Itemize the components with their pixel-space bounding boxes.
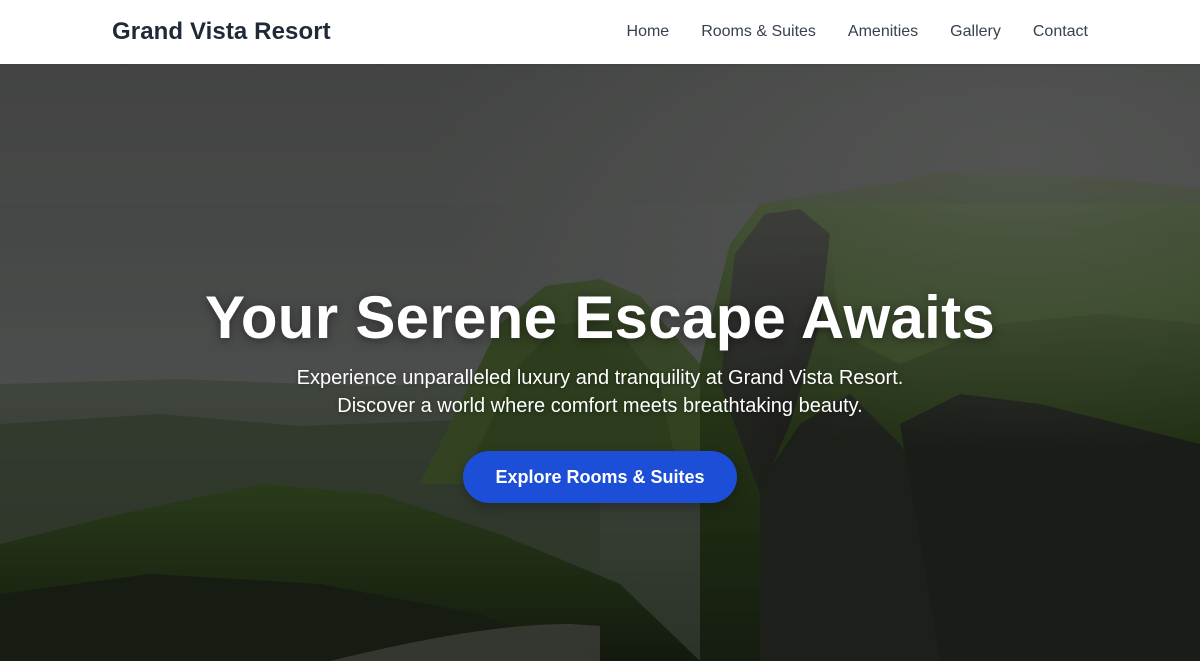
hero-content: Your Serene Escape Awaits Experience unp… bbox=[0, 64, 1200, 661]
brand-logo-text[interactable]: Grand Vista Resort bbox=[112, 18, 331, 46]
hero-subtitle: Experience unparalleled luxury and tranq… bbox=[0, 364, 1200, 420]
nav-link-gallery[interactable]: Gallery bbox=[950, 23, 1001, 40]
nav-link-home[interactable]: Home bbox=[627, 23, 670, 40]
site-header: Grand Vista Resort Home Rooms & Suites A… bbox=[0, 0, 1200, 64]
hero-subtitle-line-2: Discover a world where comfort meets bre… bbox=[337, 395, 863, 417]
nav-link-rooms-suites[interactable]: Rooms & Suites bbox=[701, 23, 816, 40]
hero-section: Your Serene Escape Awaits Experience unp… bbox=[0, 64, 1200, 661]
hero-title: Your Serene Escape Awaits bbox=[204, 284, 996, 351]
nav-link-contact[interactable]: Contact bbox=[1033, 23, 1088, 40]
main-nav: Home Rooms & Suites Amenities Gallery Co… bbox=[627, 0, 1088, 64]
hero-subtitle-line-1: Experience unparalleled luxury and tranq… bbox=[296, 367, 904, 389]
explore-rooms-button[interactable]: Explore Rooms & Suites bbox=[463, 451, 737, 503]
nav-link-amenities[interactable]: Amenities bbox=[848, 23, 918, 40]
